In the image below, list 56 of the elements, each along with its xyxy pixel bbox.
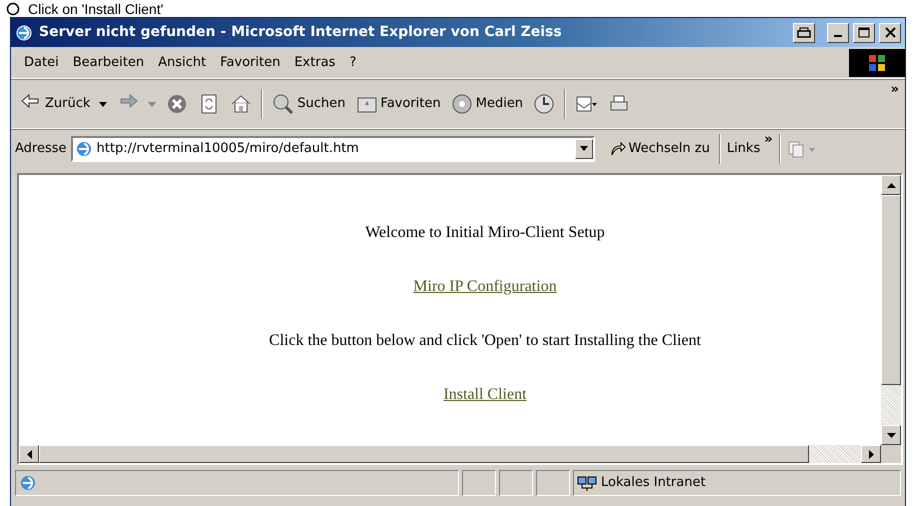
caption-text: Click on 'Install Client': [28, 2, 164, 16]
right-arrow-icon: [868, 450, 874, 458]
go-button[interactable]: Wechseln zu: [606, 136, 713, 160]
close-icon: [884, 27, 896, 38]
browser-icon: [15, 24, 33, 42]
menu-item[interactable]: Favoriten: [213, 50, 288, 74]
status-pane: [499, 470, 533, 496]
media-button[interactable]: Medien: [448, 91, 526, 117]
menu-item[interactable]: Bearbeiten: [66, 50, 152, 74]
chevron-button[interactable]: »: [764, 130, 773, 150]
dropdown-button[interactable]: [574, 138, 593, 158]
search-icon: [272, 93, 294, 115]
menu-item[interactable]: Datei: [17, 50, 66, 74]
print-button[interactable]: [793, 22, 815, 42]
clock-icon: [533, 93, 556, 115]
minimize-icon: [834, 35, 842, 37]
down-arrow-icon: [886, 432, 896, 438]
network-icon: [577, 474, 597, 492]
status-pane: [462, 470, 496, 496]
bullet-icon: [6, 2, 20, 16]
search-button[interactable]: Suchen: [269, 91, 349, 117]
page-text: Welcome to Initial Miro-Client Setup: [365, 223, 605, 243]
menu-item[interactable]: ?: [342, 50, 364, 74]
zone-label: Lokales Intranet: [601, 474, 706, 492]
minimize-button[interactable]: [827, 22, 849, 42]
chevron-button[interactable]: »: [890, 80, 899, 100]
page-icon: [74, 140, 93, 158]
address-combo-box[interactable]: http://rvterminal10005/miro/default.htm: [70, 136, 595, 162]
home-icon: [230, 93, 252, 115]
page-text: Click the button below and click 'Open' to start Installing the Client: [269, 331, 701, 351]
menu-item[interactable]: Extras: [287, 50, 342, 74]
page-link[interactable]: Install Client: [443, 383, 527, 407]
favorites-button[interactable]: Favoriten: [352, 91, 444, 117]
disc-icon: [450, 93, 473, 115]
maximize-icon: [858, 26, 870, 38]
page-icon: [19, 474, 37, 492]
scroll-thumb[interactable]: [881, 195, 901, 385]
maximize-button[interactable]: [853, 22, 875, 42]
vertical-scrollbar[interactable]: [881, 175, 901, 445]
back-button[interactable]: Zurück: [17, 91, 110, 117]
address-label: Adresse: [15, 140, 67, 158]
stop-icon: [166, 93, 188, 115]
left-arrow-icon: [26, 450, 32, 458]
links-button[interactable]: Links: [726, 138, 760, 158]
status-pane: [536, 470, 570, 496]
flag-icon: [867, 52, 887, 72]
caret-icon: [148, 102, 156, 106]
up-arrow-icon: [886, 182, 896, 188]
go-arrow-icon: [610, 140, 626, 156]
page-link[interactable]: Miro IP Configuration: [413, 275, 557, 299]
printer-icon: [797, 26, 811, 38]
menu-item[interactable]: Ansicht: [151, 50, 214, 74]
caret-icon: [99, 102, 108, 106]
window-title: Server nicht gefunden - Microsoft Internet Explorer von Carl Zeiss: [39, 23, 562, 42]
caret-icon: [580, 146, 588, 151]
close-button[interactable]: [879, 22, 901, 42]
